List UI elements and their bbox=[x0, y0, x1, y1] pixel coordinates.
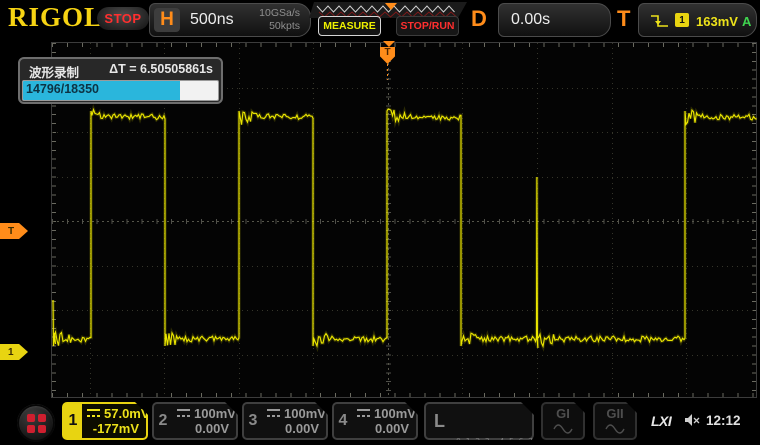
dc-coupling-icon bbox=[87, 409, 100, 419]
generator1-box[interactable]: GI bbox=[541, 402, 585, 440]
channel3-offset: 0.00V bbox=[285, 421, 319, 436]
bottom-edge-ticks bbox=[52, 393, 756, 397]
channel2-box[interactable]: 2 100mV 0.00V bbox=[152, 402, 238, 440]
horizontal-gridline bbox=[52, 177, 756, 178]
horizontal-gridline bbox=[52, 132, 756, 133]
clock: 12:12 bbox=[706, 413, 741, 428]
rigol-logo: RIGOL bbox=[8, 2, 103, 33]
logic-analyzer-box[interactable]: L 0 1 2 3 4 5 6 78 9 1011 12131415 bbox=[424, 402, 534, 440]
menu-dot-icon bbox=[27, 425, 35, 433]
dc-coupling-icon bbox=[177, 409, 190, 419]
delay-menu[interactable]: 0.00s bbox=[498, 3, 611, 37]
menu-dot-icon bbox=[27, 414, 35, 422]
horizontal-gridline bbox=[52, 266, 756, 267]
logic-analyzer-label: L bbox=[434, 411, 445, 432]
channel1-offset: -177mV bbox=[93, 421, 139, 436]
generator2-box[interactable]: GII bbox=[593, 402, 637, 440]
trigger-level-marker[interactable]: T bbox=[0, 223, 28, 239]
channel4-number: 4 bbox=[334, 404, 352, 438]
channel3-box[interactable]: 3 100mV 0.00V bbox=[242, 402, 328, 440]
trigger-key-label: T bbox=[617, 6, 630, 32]
record-progress-bar[interactable]: 14796/18350 bbox=[22, 80, 219, 101]
channel1-scale: 57.0mV bbox=[87, 406, 150, 421]
record-title: 波形录制 bbox=[29, 62, 79, 81]
center-vertical-gridline bbox=[388, 43, 389, 397]
trigger-slope-falling-icon bbox=[650, 14, 670, 29]
vertical-gridline bbox=[313, 43, 314, 397]
trigger-position-arrow-icon bbox=[383, 41, 395, 47]
trigger-menu[interactable]: 1 163mV A bbox=[638, 3, 757, 37]
record-frame-counter: 14796/18350 bbox=[26, 82, 99, 96]
acquisition-info: 10GSa/s 50kpts bbox=[259, 7, 300, 33]
channel4-scale: 100mV bbox=[357, 406, 416, 421]
lxi-logo: LXI bbox=[651, 413, 671, 429]
vertical-gridline bbox=[686, 43, 687, 397]
horizontal-key-label: H bbox=[154, 8, 180, 32]
channel3-scale: 100mV bbox=[267, 406, 326, 421]
record-delta-t: ΔT = 6.50505861s bbox=[109, 62, 213, 76]
channel3-number: 3 bbox=[244, 404, 262, 438]
run-state-indicator: STOP bbox=[97, 7, 149, 30]
dc-coupling-icon bbox=[357, 409, 370, 419]
horizontal-gridline bbox=[52, 310, 756, 311]
channel1-number: 1 bbox=[64, 404, 82, 438]
top-edge-ticks bbox=[52, 43, 756, 47]
sample-rate: 10GSa/s bbox=[259, 7, 300, 20]
channel2-number: 2 bbox=[154, 404, 172, 438]
menu-dot-icon bbox=[38, 414, 46, 422]
center-horizontal-gridline bbox=[52, 221, 756, 222]
vertical-gridline bbox=[612, 43, 613, 397]
memory-depth: 50kpts bbox=[259, 20, 300, 33]
sine-wave-icon bbox=[604, 423, 626, 434]
delay-key-label: D bbox=[471, 6, 487, 32]
horizontal-gridline bbox=[52, 355, 756, 356]
channel2-offset: 0.00V bbox=[195, 421, 229, 436]
record-position-marker[interactable] bbox=[385, 3, 397, 10]
dc-coupling-icon bbox=[267, 409, 280, 419]
channel2-scale: 100mV bbox=[177, 406, 236, 421]
channel1-ground-marker[interactable]: 1 bbox=[0, 344, 28, 360]
logic-channel-numbers: 0 1 2 3 4 5 6 78 9 1011 12131415 bbox=[456, 409, 538, 445]
sine-wave-icon bbox=[552, 423, 574, 434]
timebase-value: 500ns bbox=[190, 11, 234, 29]
vertical-gridline bbox=[239, 43, 240, 397]
trigger-position-stem bbox=[387, 64, 388, 80]
channel4-offset: 0.00V bbox=[375, 421, 409, 436]
generator1-label: GI bbox=[543, 406, 583, 421]
oscilloscope-screen: RIGOL STOP H 500ns 10GSa/s 50kpts MEASUR… bbox=[0, 0, 760, 445]
channel4-box[interactable]: 4 100mV 0.00V bbox=[332, 402, 418, 440]
stop-run-button[interactable]: STOP/RUN bbox=[396, 16, 459, 36]
vertical-gridline bbox=[537, 43, 538, 397]
menu-dot-icon bbox=[38, 425, 46, 433]
main-menu-button[interactable] bbox=[17, 404, 55, 442]
channel1-box[interactable]: 1 57.0mV -177mV bbox=[62, 402, 148, 440]
waveform-record-panel[interactable]: 波形录制 ΔT = 6.50505861s 14796/18350 bbox=[18, 57, 223, 104]
generator2-label: GII bbox=[595, 406, 635, 421]
delay-value: 0.00s bbox=[511, 11, 550, 29]
vertical-gridline bbox=[462, 43, 463, 397]
trigger-source-badge: 1 bbox=[675, 13, 689, 27]
horizontal-menu[interactable]: H 500ns 10GSa/s 50kpts bbox=[149, 3, 311, 37]
speaker-muted-icon[interactable] bbox=[683, 412, 701, 428]
trigger-level-value: 163mV bbox=[696, 14, 738, 29]
trigger-mode-indicator: A bbox=[742, 14, 751, 29]
measure-button[interactable]: MEASURE bbox=[318, 16, 381, 36]
